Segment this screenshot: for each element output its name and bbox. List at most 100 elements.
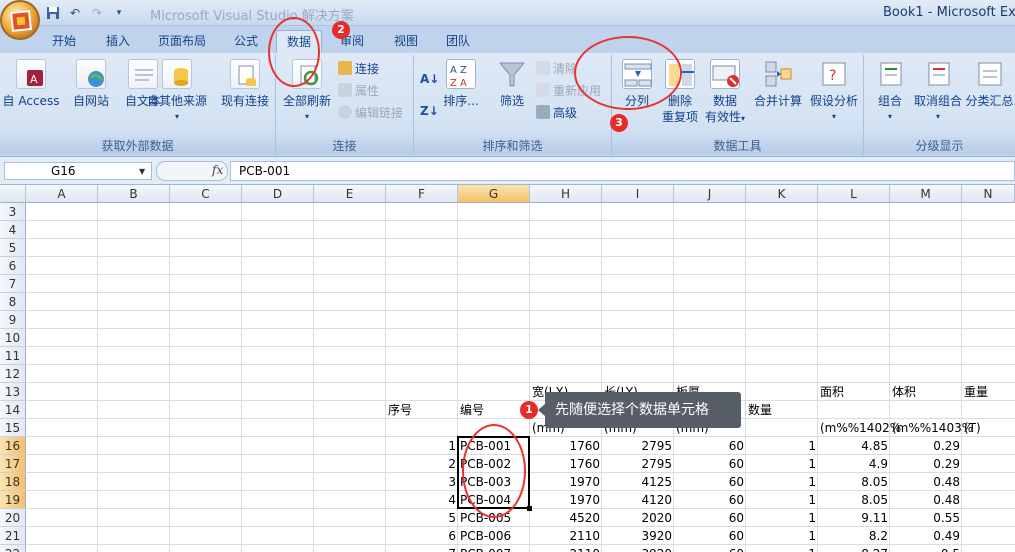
- data-cell-f22[interactable]: 7: [386, 545, 458, 552]
- row-header-19[interactable]: 19: [0, 491, 26, 509]
- ungroup-button[interactable]: 取消组合 ▾: [912, 57, 964, 135]
- row-header-16[interactable]: 16: [0, 437, 26, 455]
- data-cell-g21[interactable]: PCB-006: [458, 527, 530, 545]
- data-cell-k16[interactable]: 1: [746, 437, 818, 455]
- data-cell-i16[interactable]: 2795: [602, 437, 674, 455]
- row-header-5[interactable]: 5: [0, 239, 26, 257]
- row-header-18[interactable]: 18: [0, 473, 26, 491]
- undo-icon[interactable]: ↶: [66, 4, 84, 22]
- row-header-12[interactable]: 12: [0, 365, 26, 383]
- data-cell-k20[interactable]: 1: [746, 509, 818, 527]
- data-validation-button[interactable]: 数据 有效性▾: [702, 57, 748, 135]
- data-cell-h17[interactable]: 1760: [530, 455, 602, 473]
- data-cell-n17[interactable]: 0.: [962, 455, 1015, 473]
- data-cell-m22[interactable]: 0.5: [890, 545, 962, 552]
- data-cell-l22[interactable]: 8.27: [818, 545, 890, 552]
- data-cell-n21[interactable]: 1.: [962, 527, 1015, 545]
- data-cell-i21[interactable]: 3920: [602, 527, 674, 545]
- insert-function-icon[interactable]: fx: [212, 163, 223, 177]
- data-cell-i18[interactable]: 4125: [602, 473, 674, 491]
- data-cell-h21[interactable]: 2110: [530, 527, 602, 545]
- header-cell-l13[interactable]: 面积: [818, 383, 890, 401]
- data-cell-f19[interactable]: 4: [386, 491, 458, 509]
- row-header-20[interactable]: 20: [0, 509, 26, 527]
- header-cell-n15[interactable]: (T): [962, 419, 1015, 437]
- data-cell-l17[interactable]: 4.9: [818, 455, 890, 473]
- data-cell-j19[interactable]: 60: [674, 491, 746, 509]
- row-header-17[interactable]: 17: [0, 455, 26, 473]
- row-header-14[interactable]: 14: [0, 401, 26, 419]
- data-cell-g22[interactable]: PCB-007: [458, 545, 530, 552]
- sort-asc-button[interactable]: A↓: [420, 69, 439, 89]
- row-header-7[interactable]: 7: [0, 275, 26, 293]
- redo-icon[interactable]: ↷: [88, 4, 106, 22]
- row-header-22[interactable]: 22: [0, 545, 26, 552]
- row-header-9[interactable]: 9: [0, 311, 26, 329]
- what-if-analysis-button[interactable]: ? 假设分析 ▾: [804, 57, 864, 135]
- data-cell-f17[interactable]: 2: [386, 455, 458, 473]
- data-cell-k17[interactable]: 1: [746, 455, 818, 473]
- advanced-button[interactable]: 高级: [536, 103, 577, 123]
- data-cell-n19[interactable]: 1.: [962, 491, 1015, 509]
- data-cell-h22[interactable]: 2110: [530, 545, 602, 552]
- column-header-n[interactable]: N: [962, 185, 1015, 203]
- data-cell-j16[interactable]: 60: [674, 437, 746, 455]
- select-all-corner[interactable]: [0, 185, 26, 203]
- data-cell-n16[interactable]: 0.: [962, 437, 1015, 455]
- tab-home[interactable]: 开始: [44, 30, 84, 54]
- name-box[interactable]: G16: [4, 162, 152, 180]
- data-cell-j17[interactable]: 60: [674, 455, 746, 473]
- data-cell-k19[interactable]: 1: [746, 491, 818, 509]
- data-cell-i22[interactable]: 3920: [602, 545, 674, 552]
- row-header-10[interactable]: 10: [0, 329, 26, 347]
- header-cell-l15[interactable]: (m%%1402%: [818, 419, 901, 437]
- data-cell-j22[interactable]: 60: [674, 545, 746, 552]
- header-cell-k14[interactable]: 数量: [746, 401, 818, 419]
- data-cell-n20[interactable]: 1.: [962, 509, 1015, 527]
- from-access-button[interactable]: A 自 Access: [0, 57, 62, 135]
- tab-view[interactable]: 视图: [386, 30, 426, 54]
- data-cell-m19[interactable]: 0.48: [890, 491, 962, 509]
- column-header-l[interactable]: L: [818, 185, 890, 203]
- office-button[interactable]: [0, 0, 40, 40]
- existing-connections-button[interactable]: 现有连接: [214, 57, 276, 135]
- fill-handle[interactable]: [527, 506, 532, 511]
- column-header-m[interactable]: M: [890, 185, 962, 203]
- data-cell-f16[interactable]: 1: [386, 437, 458, 455]
- data-cell-i17[interactable]: 2795: [602, 455, 674, 473]
- sort-button[interactable]: A ZZ A 排序...: [442, 57, 480, 135]
- tab-team[interactable]: 团队: [438, 30, 478, 54]
- save-icon[interactable]: [44, 4, 62, 22]
- data-cell-f18[interactable]: 3: [386, 473, 458, 491]
- sort-desc-button[interactable]: Z↓: [420, 101, 439, 121]
- row-header-13[interactable]: 13: [0, 383, 26, 401]
- data-cell-l16[interactable]: 4.85: [818, 437, 890, 455]
- data-cell-k21[interactable]: 1: [746, 527, 818, 545]
- column-header-d[interactable]: D: [242, 185, 314, 203]
- data-cell-k22[interactable]: 1: [746, 545, 818, 552]
- column-header-k[interactable]: K: [746, 185, 818, 203]
- data-cell-k18[interactable]: 1: [746, 473, 818, 491]
- data-cell-j20[interactable]: 60: [674, 509, 746, 527]
- tab-page-layout[interactable]: 页面布局: [152, 30, 212, 54]
- data-cell-m21[interactable]: 0.49: [890, 527, 962, 545]
- column-header-f[interactable]: F: [386, 185, 458, 203]
- connections-button[interactable]: 连接: [338, 59, 379, 79]
- column-header-b[interactable]: B: [98, 185, 170, 203]
- column-header-g[interactable]: G: [458, 185, 530, 203]
- group-button[interactable]: 组合 ▾: [866, 57, 914, 135]
- subtotal-button[interactable]: 分类汇总: [964, 57, 1015, 135]
- data-cell-i20[interactable]: 2020: [602, 509, 674, 527]
- row-header-4[interactable]: 4: [0, 221, 26, 239]
- data-cell-n18[interactable]: 1.: [962, 473, 1015, 491]
- row-header-3[interactable]: 3: [0, 203, 26, 221]
- data-cell-l21[interactable]: 8.2: [818, 527, 890, 545]
- data-cell-m20[interactable]: 0.55: [890, 509, 962, 527]
- formula-input[interactable]: PCB-001: [230, 161, 1015, 181]
- data-cell-i19[interactable]: 4120: [602, 491, 674, 509]
- data-cell-h16[interactable]: 1760: [530, 437, 602, 455]
- row-header-8[interactable]: 8: [0, 293, 26, 311]
- row-header-15[interactable]: 15: [0, 419, 26, 437]
- from-other-sources-button[interactable]: 自其他来源 ▾: [144, 57, 210, 135]
- filter-button[interactable]: 筛选: [490, 57, 534, 135]
